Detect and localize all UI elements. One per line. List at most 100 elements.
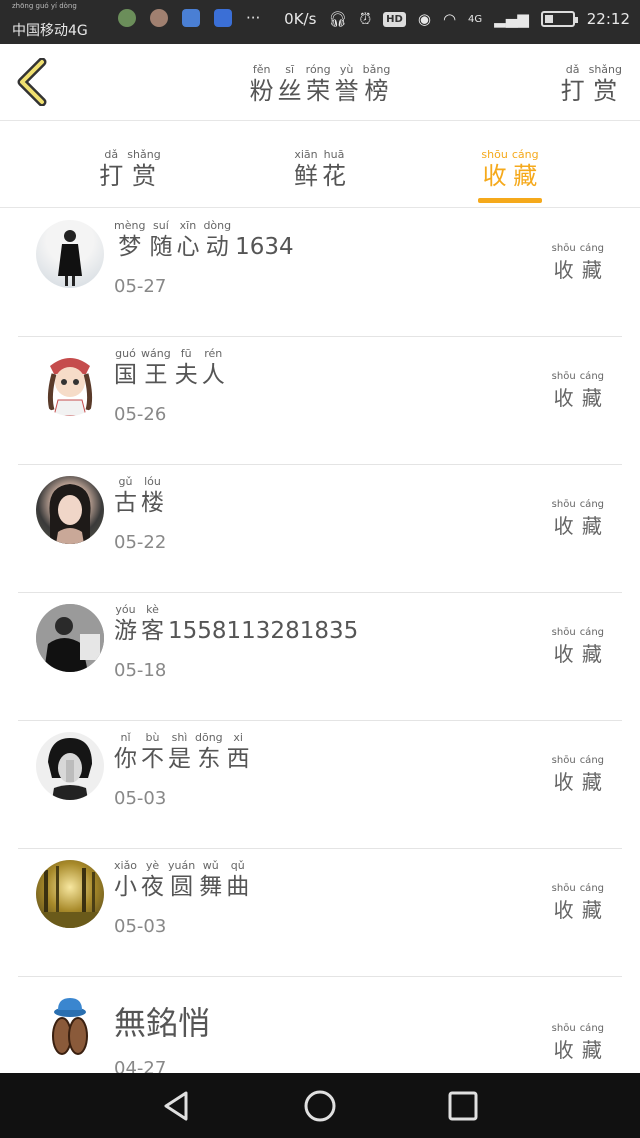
hanzi-text: 藏 — [581, 770, 602, 794]
pinyin-text: cáng — [579, 243, 604, 254]
avatar — [36, 988, 104, 1056]
pinyin-text: shōu — [551, 1023, 576, 1034]
reward-button[interactable]: dǎ 打 shǎng 赏 — [561, 58, 622, 106]
pinyin-char: wǔ 舞 — [199, 860, 222, 902]
hanzi-text: 国 — [114, 362, 137, 388]
pinyin-char: bǎng 榜 — [363, 64, 391, 106]
tab-favorites[interactable]: shōu 收 cáng 藏 — [450, 143, 570, 191]
avatar — [36, 732, 104, 800]
hanzi-text: 你 — [114, 746, 137, 772]
wifi-icon: ◠ — [442, 10, 457, 28]
hanzi-text: 楼 — [141, 490, 164, 516]
nav-home-icon[interactable] — [303, 1089, 337, 1123]
date-label: 05-27 — [114, 276, 167, 297]
pinyin-text: yù — [339, 63, 354, 76]
pinyin-text: róng — [305, 63, 331, 76]
pinyin-text: cáng — [579, 371, 604, 382]
hanzi-text: 赏 — [593, 77, 618, 105]
pinyin-char: shǎng 赏 — [589, 64, 622, 106]
pinyin-text: cáng — [579, 627, 604, 638]
hanzi-text: 收 — [553, 770, 574, 794]
avatar — [36, 604, 104, 672]
pinyin-char: yóu 游 — [114, 604, 137, 646]
user-name: guó 国 wáng 王 fū 夫 rén 人 — [114, 342, 225, 390]
pinyin-text: dòng — [203, 219, 232, 232]
pinyin-char: shōu 收 — [552, 1023, 576, 1065]
pinyin-char: qǔ 曲 — [226, 860, 249, 902]
network-speed: 0K/s — [284, 10, 317, 28]
pinyin-char: dōng 东 — [195, 732, 223, 774]
hanzi-text: 心 — [176, 234, 200, 260]
avatar — [36, 476, 104, 544]
pinyin-char: xīn 心 — [176, 220, 199, 262]
favorite-action[interactable]: shōu 收 cáng 藏 — [552, 1016, 604, 1065]
pinyin-text: yuán — [168, 859, 196, 872]
pinyin-char: cáng 藏 — [580, 883, 604, 925]
hanzi-text: 鲜 — [294, 162, 318, 190]
hanzi-text: 收 — [553, 514, 574, 538]
list-item[interactable]: gǔ 古 lóu 楼 05-22 shōu 收 cáng 藏 — [18, 464, 622, 593]
tab-flowers[interactable]: xiān 鲜 huā 花 — [260, 143, 380, 191]
pinyin-text: shōu — [551, 371, 576, 382]
pinyin-char: shōu 收 — [552, 243, 576, 285]
favorite-action[interactable]: shōu 收 cáng 藏 — [552, 492, 604, 541]
hanzi-text: 动 — [205, 234, 229, 260]
hanzi-text: 榜 — [364, 77, 389, 105]
pinyin-text: gǔ — [118, 475, 133, 488]
pinyin-char: fěn 粉 — [250, 64, 274, 106]
system-nav-bar — [0, 1073, 640, 1138]
pinyin-text: qǔ — [230, 859, 245, 872]
battery-icon — [540, 11, 578, 27]
list-item[interactable]: xiǎo 小 yè 夜 yuán 圆 wǔ 舞 qǔ 曲 05-03 shōu 收 cáng 藏 — [18, 848, 622, 977]
hanzi-text: 客 — [141, 618, 164, 644]
nav-recents-icon[interactable] — [446, 1089, 480, 1123]
hanzi-text: 西 — [226, 746, 250, 772]
hanzi-text: 藏 — [581, 642, 602, 666]
user-name: nǐ 你 bù 不 shì 是 dōng 东 xi 西 — [114, 726, 250, 774]
hanzi-text: 收 — [553, 1038, 574, 1062]
hanzi-text: 粉 — [249, 77, 274, 105]
list-item[interactable]: yóu 游 kè 客 1558113281835 05-18 shōu 收 cáng 藏 — [18, 592, 622, 721]
shield-app-icon — [214, 9, 232, 27]
pinyin-char: xi 西 — [227, 732, 250, 774]
pinyin-char: xiān 鲜 — [294, 149, 318, 191]
favorite-action[interactable]: shōu 收 cáng 藏 — [552, 236, 604, 285]
avatar — [36, 220, 104, 288]
hanzi-text: 藏 — [581, 386, 602, 410]
carrier-label: zhōng guó yí dòng 中国移动4G — [12, 2, 88, 40]
pinyin-char: nǐ 你 — [114, 732, 137, 774]
tab-reward[interactable]: dǎ 打 shǎng 赏 — [70, 143, 190, 191]
list-item[interactable]: mèng 梦 suí 随 xīn 心 dòng 动 1634 05-27 shōu 收 cáng 藏 — [18, 208, 622, 337]
date-label: 05-03 — [114, 788, 167, 809]
avatar — [36, 860, 104, 928]
hanzi-text: 赏 — [132, 162, 156, 190]
hanzi-text: 游 — [114, 618, 137, 644]
pinyin-char: huā 花 — [322, 149, 346, 191]
list-item[interactable]: guó 国 wáng 王 fū 夫 rén 人 05-26 shōu 收 cáng 藏 — [18, 336, 622, 465]
pinyin-char: wáng 王 — [141, 348, 171, 390]
pinyin-char: rén 人 — [202, 348, 225, 390]
pinyin-text: fěn — [252, 63, 271, 76]
hanzi-text: 打 — [560, 77, 585, 105]
favorite-action[interactable]: shōu 收 cáng 藏 — [552, 748, 604, 797]
favorite-action[interactable]: shōu 收 cáng 藏 — [552, 876, 604, 925]
pinyin-text: shǎng — [588, 63, 622, 76]
pinyin-text: yóu — [115, 603, 136, 616]
hanzi-text: 收 — [553, 642, 574, 666]
pinyin-char: mèng 梦 — [114, 220, 145, 262]
hanzi-text: 打 — [99, 162, 124, 190]
pinyin-char: cáng 藏 — [580, 499, 604, 541]
hanzi-text: 王 — [144, 362, 168, 388]
status-indicators: 0K/s 🎧︎ ⏰︎ HD ◉ ◠ 4G ▂▄▆ 22:12 — [284, 10, 630, 28]
pinyin-text: lóu — [144, 475, 161, 488]
pinyin-char: yù 誉 — [335, 64, 359, 106]
page-title-text: fěn 粉 sī 丝 róng 荣 yù 誉 bǎng 榜 — [250, 64, 391, 106]
date-label: 05-22 — [114, 532, 167, 553]
favorite-action[interactable]: shōu 收 cáng 藏 — [552, 620, 604, 669]
hanzi-text: 梦 — [118, 234, 142, 260]
favorite-action[interactable]: shōu 收 cáng 藏 — [552, 364, 604, 413]
list-item[interactable]: nǐ 你 bù 不 shì 是 dōng 东 xi 西 05-03 shōu 收 cáng 藏 — [18, 720, 622, 849]
hanzi-text: 收 — [482, 162, 507, 190]
hanzi-text: 人 — [201, 362, 225, 388]
nav-back-icon[interactable] — [160, 1089, 194, 1123]
